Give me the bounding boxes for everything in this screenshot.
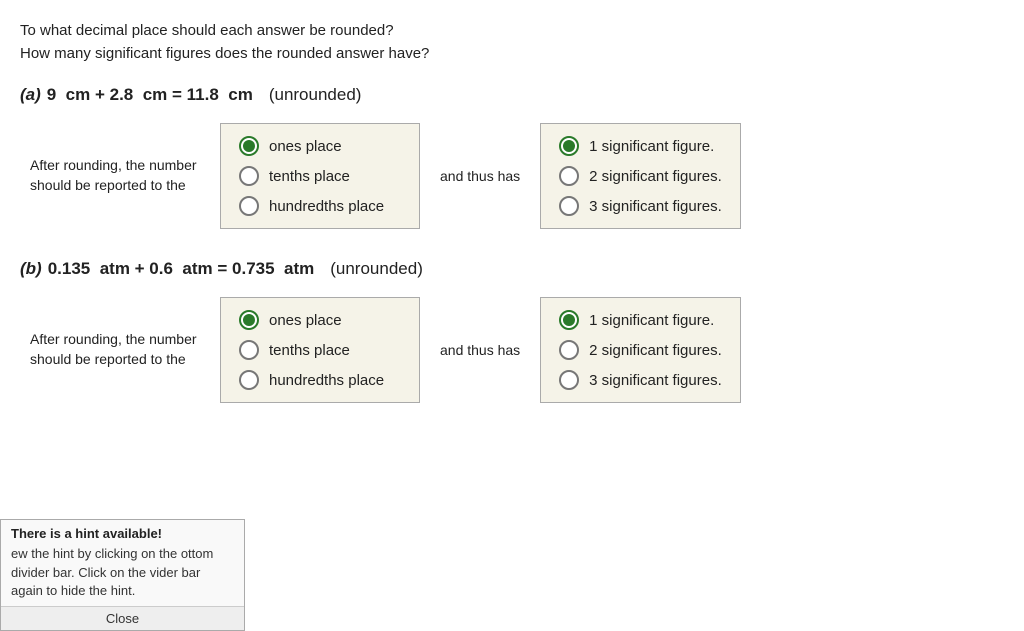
problem-a-prefix-label: After rounding, the number should be rep… [30,156,200,195]
hint-title: There is a hint available! [1,520,244,545]
problem-b-place-option-2[interactable]: hundredths place [239,370,401,390]
problem-b-title: (b) 0.135 atm + 0.6 atm = 0.735 atm (unr… [20,259,994,279]
problem-b-place-radio-1[interactable] [239,340,259,360]
problem-b-place-option-1[interactable]: tenths place [239,340,401,360]
problem-b-place-label-1: tenths place [269,342,350,359]
problem-b-prefix-label: After rounding, the number should be rep… [30,330,200,369]
problem-b-sigfig-option-0[interactable]: 1 significant figure. [559,310,722,330]
problem-a-sigfig-radio-inner-0 [563,140,575,152]
main-content: To what decimal place should each answer… [0,0,1024,453]
problem-a-place-radio-0[interactable] [239,136,259,156]
problem-a-label: (a) [20,85,41,105]
problem-a-sigfig-label-2: 3 significant figures. [589,198,722,215]
problem-b-place-radio-0[interactable] [239,310,259,330]
problem-b-sigfig-option-2[interactable]: 3 significant figures. [559,370,722,390]
problem-b-connector: and thus has [440,342,520,358]
problem-a-place-label-1: tenths place [269,168,350,185]
problem-a-sigfig-radio-1[interactable] [559,166,579,186]
problem-a-unrounded: (unrounded) [269,85,362,105]
problem-a-place-option-0[interactable]: ones place [239,136,401,156]
instructions: To what decimal place should each answer… [20,20,994,65]
problem-a-place-box: ones place tenths place hundredths place [220,123,420,229]
problem-b-place-label-0: ones place [269,312,342,329]
problem-a-sigfig-option-1[interactable]: 2 significant figures. [559,166,722,186]
problem-a-place-label-2: hundredths place [269,198,384,215]
problem-b-sigfig-label-2: 3 significant figures. [589,372,722,389]
problem-b-place-radio-inner-0 [243,314,255,326]
problem-b-place-box: ones place tenths place hundredths place [220,297,420,403]
hint-close-button[interactable]: Close [1,606,244,630]
problem-a-sigfig-radio-0[interactable] [559,136,579,156]
problem-a-sigfig-label-1: 2 significant figures. [589,168,722,185]
hint-box: There is a hint available! ew the hint b… [0,519,245,631]
hint-body: ew the hint by clicking on the ottom div… [1,545,244,606]
problem-b-sigfig-label-0: 1 significant figure. [589,312,714,329]
problem-a-place-radio-2[interactable] [239,196,259,216]
problem-b-unrounded: (unrounded) [330,259,423,279]
problem-a-place-radio-1[interactable] [239,166,259,186]
problem-b-sigfig-radio-0[interactable] [559,310,579,330]
problem-b-sigfig-option-1[interactable]: 2 significant figures. [559,340,722,360]
problem-b-equation: 0.135 atm + 0.6 atm = 0.735 atm [48,259,315,279]
problem-b-place-radio-2[interactable] [239,370,259,390]
instruction-line1: To what decimal place should each answer… [20,20,994,43]
problem-b-sigfig-label-1: 2 significant figures. [589,342,722,359]
problem-a-place-option-2[interactable]: hundredths place [239,196,401,216]
problem-a-place-option-1[interactable]: tenths place [239,166,401,186]
problem-a-place-radio-inner-0 [243,140,255,152]
problem-a-connector: and thus has [440,168,520,184]
problem-a-section: (a) 9 cm + 2.8 cm = 11.8 cm (unrounded) … [20,85,994,229]
problem-a-place-label-0: ones place [269,138,342,155]
problem-a-answer-row: After rounding, the number should be rep… [30,123,994,229]
problem-a-equation: 9 cm + 2.8 cm = 11.8 cm [47,85,253,105]
problem-b-answer-row: After rounding, the number should be rep… [30,297,994,403]
problem-a-sigfig-box: 1 significant figure. 2 significant figu… [540,123,741,229]
problem-a-sigfig-radio-2[interactable] [559,196,579,216]
problem-a-sigfig-option-0[interactable]: 1 significant figure. [559,136,722,156]
problem-a-sigfig-option-2[interactable]: 3 significant figures. [559,196,722,216]
problem-b-label: (b) [20,259,42,279]
problem-b-sigfig-radio-1[interactable] [559,340,579,360]
problem-b-place-label-2: hundredths place [269,372,384,389]
problem-b-section: (b) 0.135 atm + 0.6 atm = 0.735 atm (unr… [20,259,994,403]
problem-a-title: (a) 9 cm + 2.8 cm = 11.8 cm (unrounded) [20,85,994,105]
problem-b-place-option-0[interactable]: ones place [239,310,401,330]
problem-b-sigfig-radio-inner-0 [563,314,575,326]
problem-b-sigfig-box: 1 significant figure. 2 significant figu… [540,297,741,403]
problem-b-sigfig-radio-2[interactable] [559,370,579,390]
instruction-line2: How many significant figures does the ro… [20,43,994,66]
problem-a-sigfig-label-0: 1 significant figure. [589,138,714,155]
